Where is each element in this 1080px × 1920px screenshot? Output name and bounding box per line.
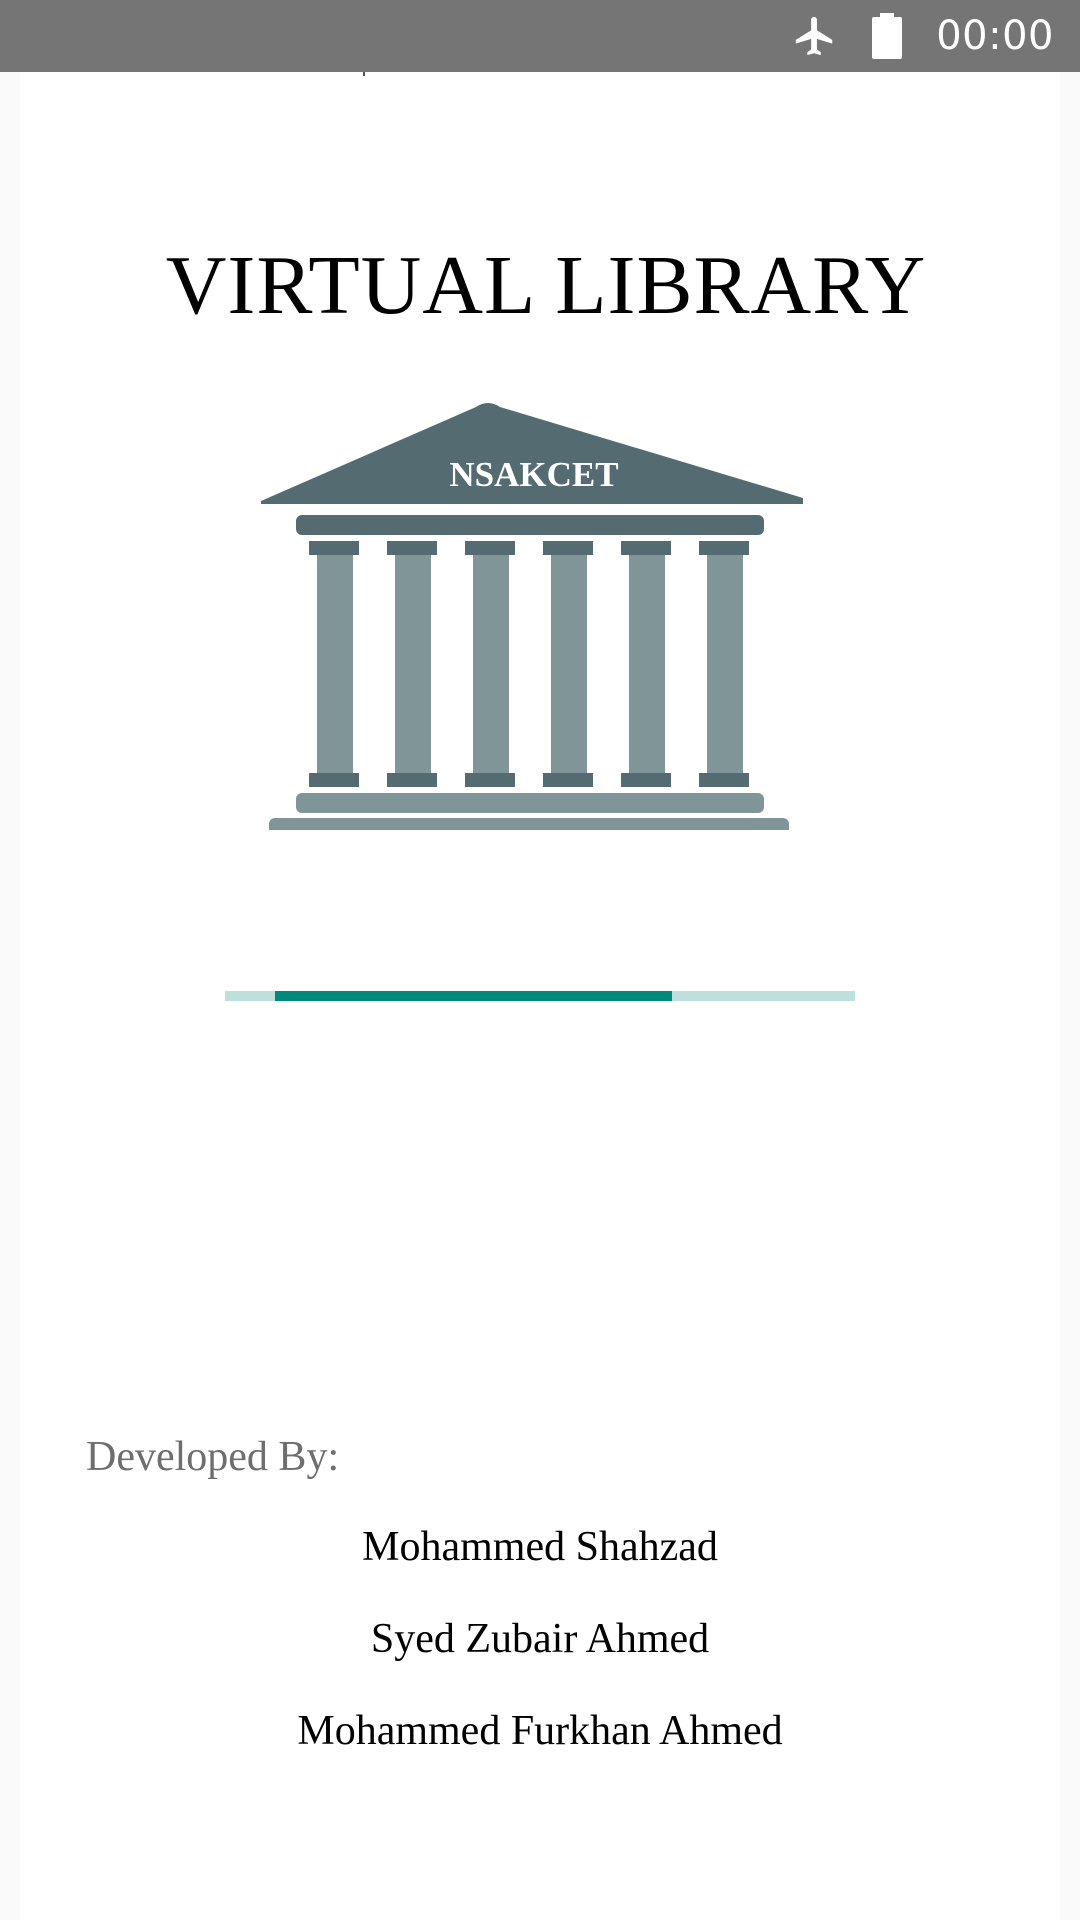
status-bar-clock: 00:00 [936, 13, 1054, 59]
developer-name: Mohammed Shahzad [362, 1524, 718, 1570]
loading-progress-fill [275, 991, 673, 1001]
library-building-icon: NSAKCET [261, 403, 803, 838]
clipped-text-fragment [340, 72, 700, 76]
loading-progress-bar [225, 991, 855, 1001]
credits-heading: Developed By: [86, 1434, 340, 1480]
developer-name: Syed Zubair Ahmed [370, 1616, 710, 1662]
battery-full-icon [872, 13, 903, 59]
status-bar: 00:00 [0, 0, 1080, 72]
app-title: VIRTUAL LIBRARY [165, 239, 927, 332]
library-logo: NSAKCET [261, 398, 823, 838]
airplane-mode-icon [792, 13, 838, 59]
splash-card: VIRTUAL LIBRARY NSAKCET Developed By: Mo… [20, 72, 1060, 1920]
developer-name: Mohammed Furkhan Ahmed [297, 1708, 783, 1754]
logo-text: NSAKCET [449, 455, 618, 494]
